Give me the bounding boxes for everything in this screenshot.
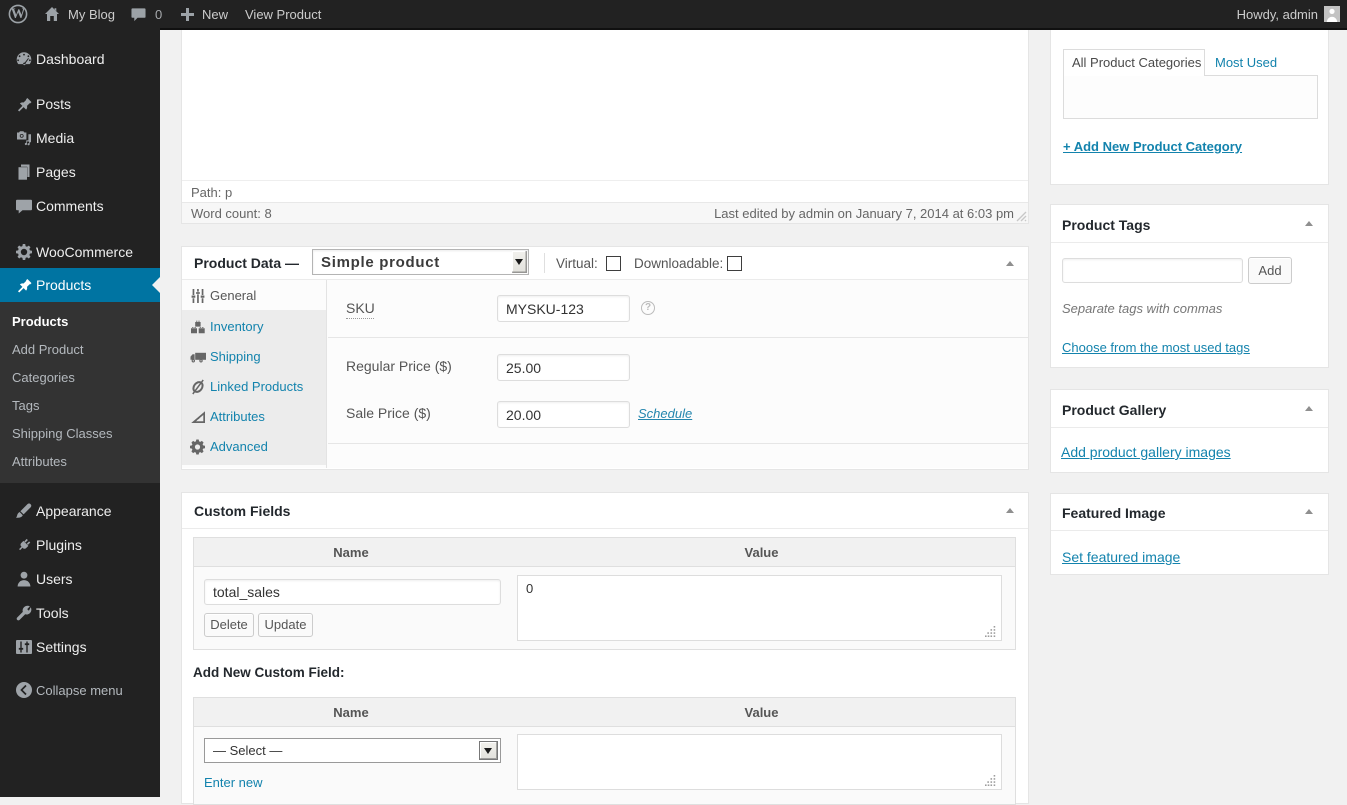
svg-text:W: W — [11, 6, 26, 22]
